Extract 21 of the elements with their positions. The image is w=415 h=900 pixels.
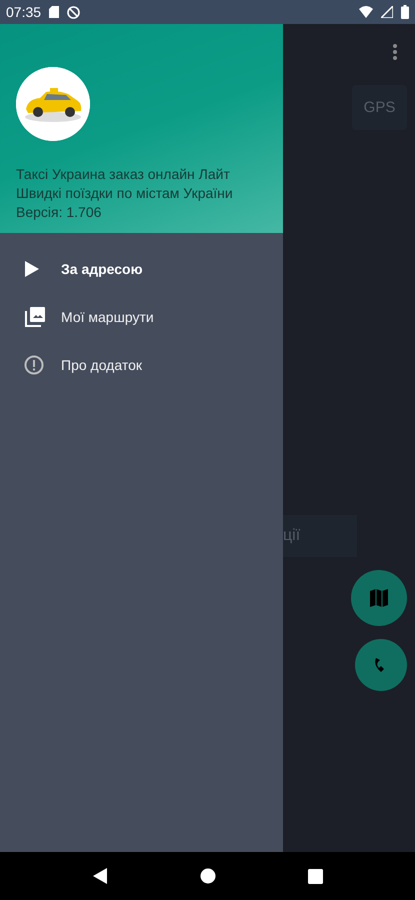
menu-item[interactable]: За адресою bbox=[0, 245, 283, 293]
app-title: Таксі Украина заказ онлайн Лайт bbox=[16, 165, 230, 184]
signal-icon bbox=[381, 6, 393, 18]
battery-icon bbox=[401, 5, 409, 19]
back-icon[interactable] bbox=[92, 867, 108, 885]
app-version: Версія: 1.706 bbox=[16, 203, 102, 222]
no-sync-icon bbox=[67, 6, 80, 18]
app-subtitle: Швидкі поїздки по містам України bbox=[16, 184, 233, 203]
sd-card-icon bbox=[49, 6, 60, 18]
menu-item[interactable]: Мої маршрути bbox=[0, 293, 283, 341]
recents-icon[interactable] bbox=[308, 868, 323, 884]
play-icon bbox=[24, 260, 40, 278]
more-options-icon[interactable] bbox=[393, 44, 397, 60]
wifi-icon bbox=[359, 6, 373, 18]
status-time: 07:35 bbox=[6, 4, 42, 20]
info-icon bbox=[24, 355, 44, 375]
map-icon bbox=[369, 588, 389, 608]
home-icon[interactable] bbox=[200, 868, 216, 884]
photos-icon bbox=[24, 306, 46, 328]
call-button[interactable] bbox=[355, 639, 407, 691]
menu-item[interactable]: Про додаток bbox=[0, 341, 283, 389]
